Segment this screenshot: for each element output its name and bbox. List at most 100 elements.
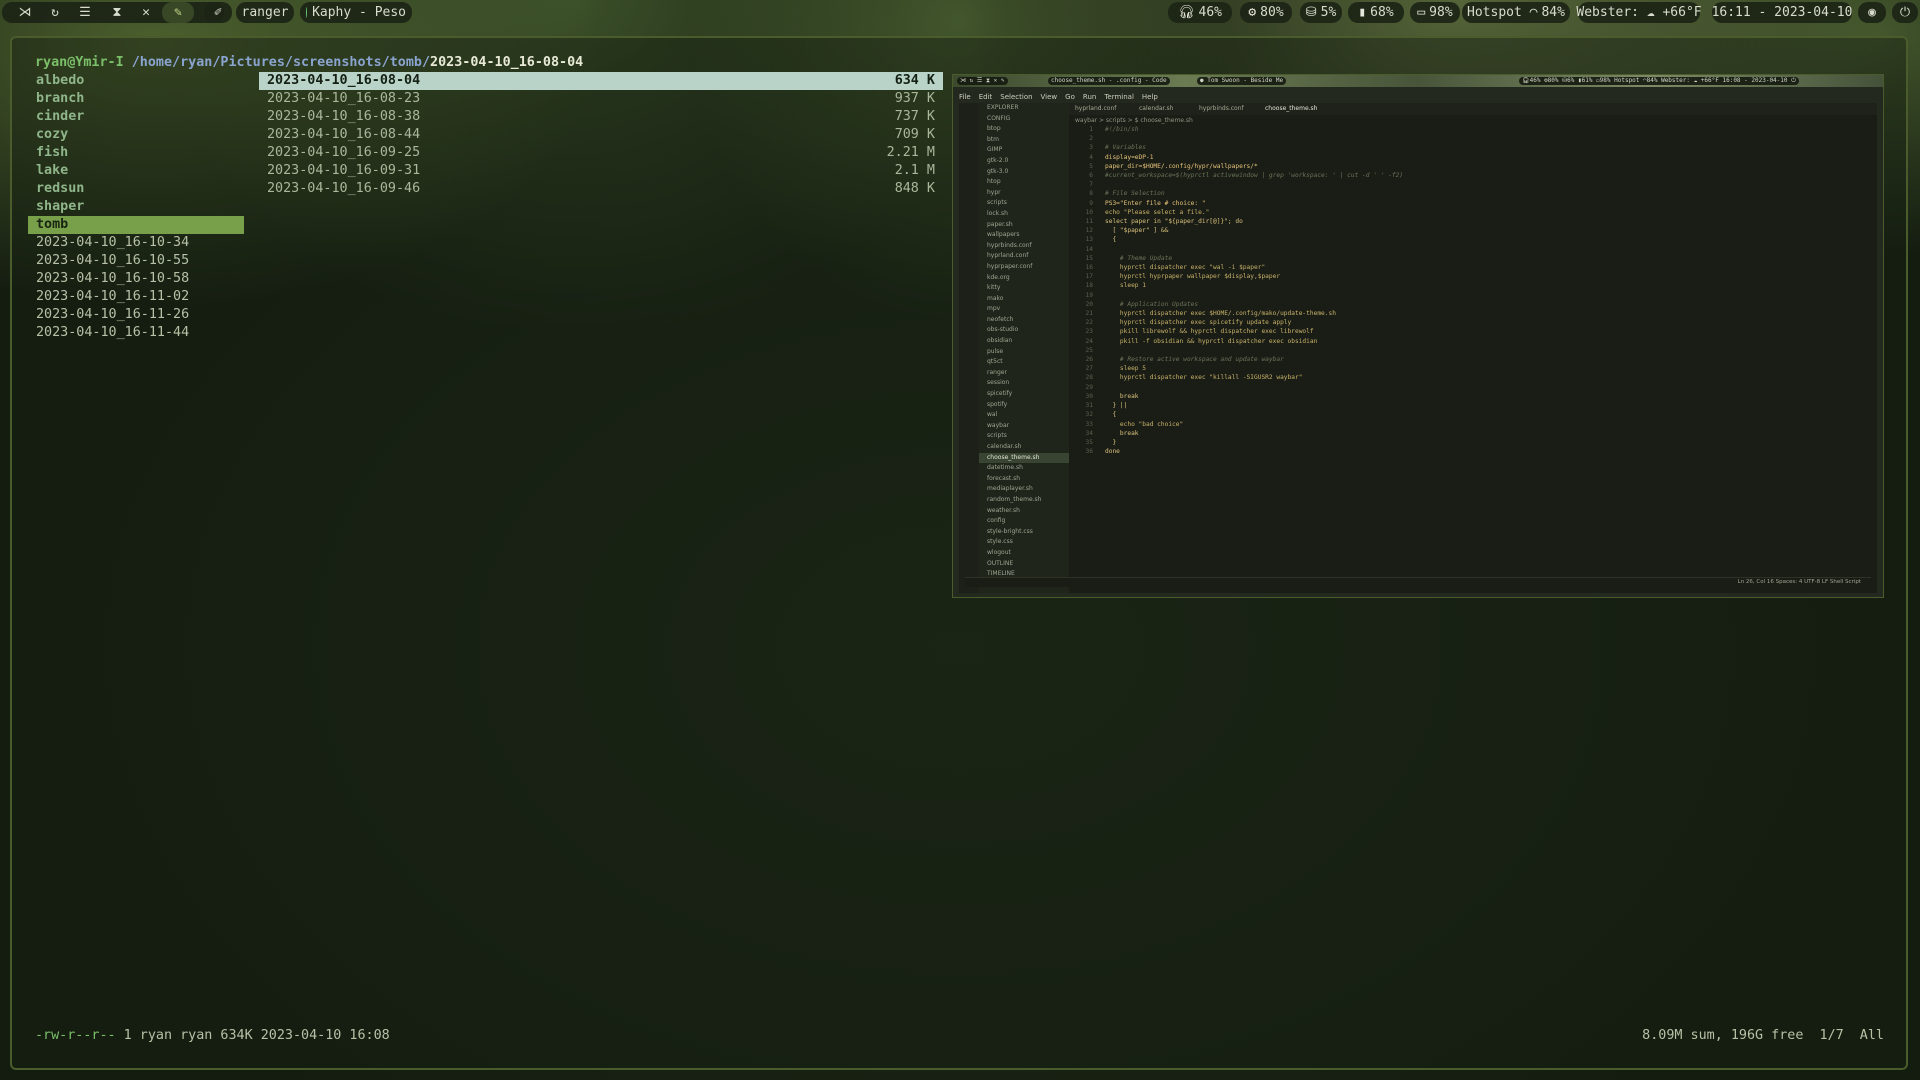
preview-explorer-item: ranger [987, 368, 1007, 376]
preview-code-line: 31 } || [1085, 402, 1128, 410]
list-item-tomb-selected[interactable]: tomb [28, 216, 244, 234]
audio-module[interactable]: 🎧︎ 46% [1168, 2, 1232, 23]
file-name: 2023-04-10_16-08-04 [267, 73, 421, 88]
preview-code-line: 12 [ "$paper" ] && [1085, 227, 1169, 235]
memory-level: 68% [1370, 5, 1394, 20]
preview-menu-bar: File Edit Selection View Go Run Terminal Help [959, 93, 1158, 101]
memory-module[interactable]: ▮ 68% [1348, 2, 1404, 23]
clock-module[interactable]: 16:11 - 2023-04-10 [1712, 2, 1852, 23]
preview-code: 1 #!/bin/sh 2 3 # Variables 4 display=eDP-1 5 pa… [1079, 125, 1403, 456]
list-item-albedo[interactable]: albedo [28, 72, 244, 90]
list-item[interactable]: 2023-04-10_16-11-26 [28, 306, 244, 324]
path-file: 2023-04-10_16-08-04 [430, 55, 584, 70]
preview-explorer-item: weather.sh [987, 506, 1020, 514]
file-name: 2023-04-10_16-09-46 [267, 181, 421, 196]
preview-explorer-item: EXPLORER [987, 104, 1019, 111]
power-icon[interactable]: ⏻ [1892, 2, 1918, 23]
preview-code-line: 4 display=eDP-1 [1089, 153, 1154, 161]
preview-explorer-item: OUTLINE [987, 559, 1014, 567]
file-size: 737 K [894, 109, 935, 124]
file-permissions: -rw-r--r-- [35, 1028, 116, 1043]
spotify-icon[interactable]: ☰ [74, 2, 96, 23]
preview-explorer-item: pulse [987, 347, 1004, 355]
preview-explorer-item: mako [987, 294, 1004, 302]
spotify-status-icon [306, 7, 308, 18]
list-item-fish[interactable]: fish [28, 144, 244, 162]
preview-explorer-item: random_theme.sh [987, 495, 1042, 503]
preview-explorer-item: kitty [987, 284, 1001, 292]
preview-explorer-item: obsidian [987, 337, 1013, 345]
preview-code-line: 26 # Restore active workspace and update… [1085, 356, 1284, 364]
list-item[interactable]: 2023-04-10_16-10-34 [28, 234, 244, 252]
directory-stats: 8.09M sum, 196G free 1/7 All [1642, 1028, 1884, 1043]
pen-icon[interactable]: ✎ [162, 2, 194, 23]
file-info-line: -rw-r--r-- 1 ryan ryan 634K 2023-04-10 1… [35, 1027, 390, 1045]
top-bar: ⋊ ↻ ☰ ⧗ ✕ ✎ ✐ ranger Kaphy - Peso 🎧︎ 46% … [0, 0, 1920, 26]
discord-icon[interactable]: ◉ [1858, 2, 1886, 23]
battery-icon: ▭ [1417, 5, 1426, 20]
file-row[interactable]: 2023-04-10_16-08-38 737 K [259, 108, 943, 126]
weather-module[interactable]: Webster: ☁ +66°F [1576, 2, 1702, 23]
ranger-window-title[interactable]: ranger [236, 2, 294, 23]
list-item-redsun[interactable]: redsun [28, 180, 244, 198]
preview-activity-bar [959, 103, 979, 593]
media-player[interactable]: Kaphy - Peso [300, 2, 412, 23]
memory-icon: ▮ [1358, 5, 1367, 20]
file-name: 2023-04-10_16-09-31 [267, 163, 421, 178]
brush-icon[interactable]: ✐ [204, 2, 232, 23]
preview-explorer-item: CONFIG [987, 114, 1011, 122]
list-item-cinder[interactable]: cinder [28, 108, 244, 126]
file-size: 937 K [894, 91, 935, 106]
disk-level: 5% [1320, 5, 1337, 20]
arch-logo-icon[interactable]: ⋊ [14, 2, 36, 23]
preview-explorer-item: style-bright.css [987, 527, 1033, 535]
preview-explorer-item: hyprpaper.conf [987, 262, 1033, 270]
list-item[interactable]: 2023-04-10_16-10-55 [28, 252, 244, 270]
file-row-selected[interactable]: 2023-04-10_16-08-04 634 K [259, 72, 943, 90]
preview-explorer-item: waybar [987, 421, 1010, 429]
preview-code-line: 8 # File Selection [1089, 190, 1165, 198]
file-row[interactable]: 2023-04-10_16-08-44 709 K [259, 126, 943, 144]
disk-module[interactable]: ⛁ 5% [1300, 2, 1342, 23]
preview-explorer-item: qt5ct [987, 358, 1003, 366]
cpu-module[interactable]: ⚙ 80% [1240, 2, 1292, 23]
preview-media: ● Tom Swoon - Beside Me [1197, 77, 1287, 85]
list-item[interactable]: 2023-04-10_16-11-02 [28, 288, 244, 306]
crossed-tools-icon[interactable]: ✕ [135, 2, 157, 23]
preview-code-line: 6 #current_workspace=$(hyprctl activewind… [1089, 172, 1404, 180]
preview-explorer-item: spotify [987, 400, 1008, 408]
hourglass-icon[interactable]: ⧗ [106, 2, 128, 23]
preview-explorer-item: calendar.sh [987, 443, 1022, 450]
file-row[interactable]: 2023-04-10_16-09-46 848 K [259, 180, 943, 198]
list-item-shaper[interactable]: shaper [28, 198, 244, 216]
preview-top-bar: ⋊ ↻ ☰ ⧗ ✕ ✎ choose_theme.sh - .config - … [953, 75, 1883, 87]
preview-code-line: 11 select paper in "${paper_dir[@]}"; do [1085, 218, 1243, 226]
preview-explorer-item: gtk-3.0 [987, 167, 1009, 175]
list-item[interactable]: 2023-04-10_16-11-44 [28, 324, 244, 342]
file-row[interactable]: 2023-04-10_16-09-25 2.21 M [259, 144, 943, 162]
preview-explorer-item: btop [987, 125, 1001, 133]
preview-explorer-item: session [987, 379, 1010, 387]
user-host: ryan@Ymir-I [35, 55, 124, 70]
file-row[interactable]: 2023-04-10_16-09-31 2.1 M [259, 162, 943, 180]
ranger-terminal[interactable]: ryan@Ymir-I /home/ryan/Pictures/screensh… [10, 36, 1908, 1070]
preview-code-line: 19 [1085, 291, 1093, 299]
preview-explorer-item: GIMP [987, 146, 1003, 154]
list-item-lake[interactable]: lake [28, 162, 244, 180]
preview-explorer-item: gtk-2.0 [987, 156, 1009, 164]
network-module[interactable]: Hotspot ◠ 84% [1462, 2, 1570, 23]
list-item-branch[interactable]: branch [28, 90, 244, 108]
refresh-icon[interactable]: ↻ [44, 2, 66, 23]
battery-module[interactable]: ▭ 98% [1410, 2, 1460, 23]
preview-code-line: 33 echo "bad choice" [1085, 420, 1184, 428]
file-name: 2023-04-10_16-09-25 [267, 145, 421, 160]
preview-code-line: 5 paper_dir=$HOME/.config/hypr/wallpapers… [1089, 162, 1258, 170]
file-row[interactable]: 2023-04-10_16-08-23 937 K [259, 90, 943, 108]
preview-explorer-item: wal [987, 411, 998, 419]
current-directory-column: 2023-04-10_16-08-04 634 K 2023-04-10_16-0… [259, 72, 943, 198]
preview-code-line: 7 [1089, 181, 1093, 189]
preview-code-line: 1 #!/bin/sh [1089, 126, 1139, 133]
list-item[interactable]: 2023-04-10_16-10-58 [28, 270, 244, 288]
list-item-cozy[interactable]: cozy [28, 126, 244, 144]
preview-code-line: 22 hyprctl dispatcher exec spicetify upd… [1085, 319, 1292, 327]
